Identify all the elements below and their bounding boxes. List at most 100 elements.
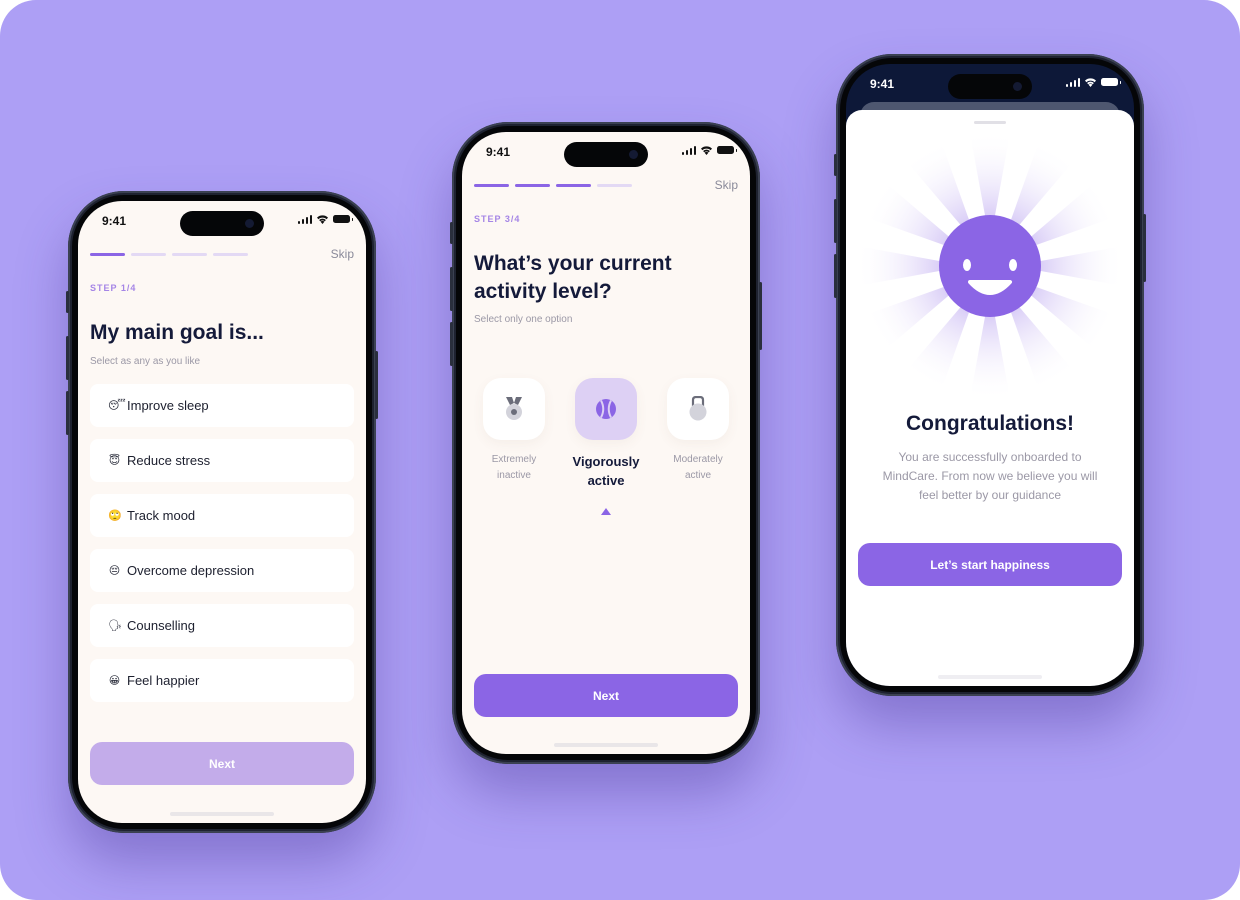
activity-label: Extremely inactive: [473, 452, 555, 484]
option-counselling[interactable]: 🗣 Counselling: [90, 604, 354, 647]
wifi-icon: [701, 146, 712, 155]
option-label: Counselling: [127, 618, 195, 633]
side-button: [66, 291, 69, 313]
sun-rays-illustration: [856, 132, 1124, 398]
tennis-ball-icon: [596, 399, 616, 419]
wifi-icon: [317, 215, 328, 224]
phone-congratulations: 9:41 Congratulations! You are successful…: [834, 54, 1146, 696]
volume-up-button: [66, 336, 69, 380]
progress-segment-1: [474, 184, 509, 187]
skip-button[interactable]: Skip: [715, 178, 738, 192]
status-time: 9:41: [102, 214, 127, 228]
halo-face-icon: 😇: [108, 455, 121, 467]
activity-label: Moderately active: [657, 452, 739, 484]
start-happiness-button[interactable]: Let’s start happiness: [858, 543, 1122, 586]
option-label: Feel happier: [127, 673, 200, 688]
selection-caret-icon: [601, 508, 611, 515]
cellular-signal-icon: [681, 145, 696, 155]
sleeping-face-icon: 😴: [108, 400, 126, 412]
activity-option-moderately-active[interactable]: Moderately active: [667, 378, 729, 484]
battery-icon: [333, 215, 353, 223]
dynamic-island: [564, 142, 648, 167]
progress-segment-4: [213, 253, 248, 256]
option-label: Track mood: [127, 508, 196, 523]
status-icons: [297, 214, 353, 224]
option-overcome-depression[interactable]: 😔 Overcome depression: [90, 549, 354, 592]
option-label: Reduce stress: [127, 453, 211, 468]
congratulations-title: Congratulations!: [906, 412, 1074, 435]
progress-segment-4: [597, 184, 632, 187]
skip-button[interactable]: Skip: [331, 247, 354, 261]
dynamic-island: [180, 211, 264, 236]
status-icons: [1065, 77, 1121, 87]
option-label: Overcome depression: [127, 563, 255, 578]
activity-label-line-1: Moderately: [673, 454, 723, 465]
next-button[interactable]: Next: [474, 674, 738, 717]
power-button: [375, 351, 378, 419]
pensive-face-icon: 😔: [108, 565, 121, 577]
speaking-head-icon: 🗣: [108, 620, 122, 632]
status-time: 9:41: [870, 77, 895, 91]
side-button: [834, 154, 837, 176]
step-progress: [90, 253, 248, 256]
showcase-background: 9:41 Skip STEP 1/4 My main goal is... Se…: [0, 0, 1240, 900]
status-icons: [681, 145, 737, 155]
option-label: Improve sleep: [127, 398, 209, 413]
eye-roll-face-icon: 🙄: [108, 510, 122, 522]
smiley-face-icon: [939, 215, 1041, 317]
volume-up-button: [450, 267, 453, 311]
home-indicator: [938, 675, 1042, 679]
activity-label-line-2: inactive: [497, 470, 531, 481]
screen: 9:41 Skip STEP 3/4 What’s your current a…: [462, 132, 750, 754]
title-line-2: activity level?: [474, 280, 612, 303]
activity-label-line-2: active: [587, 473, 625, 488]
sun-ray: [970, 305, 1010, 398]
activity-option-extremely-inactive[interactable]: Extremely inactive: [483, 378, 545, 484]
option-track-mood[interactable]: 🙄 Track mood: [90, 494, 354, 537]
next-button-disabled[interactable]: Next: [90, 742, 354, 785]
progress-segment-2: [515, 184, 550, 187]
option-reduce-stress[interactable]: 😇 Reduce stress: [90, 439, 354, 482]
smiley-right-eye: [1009, 259, 1017, 271]
progress-segment-3: [556, 184, 591, 187]
activity-label-line-1: Extremely: [491, 454, 537, 465]
progress-segment-3: [172, 253, 207, 256]
screen: 9:41 Skip STEP 1/4 My main goal is... Se…: [78, 201, 366, 823]
activity-label-line-2: active: [684, 470, 712, 481]
activity-option-vigorously-active[interactable]: Vigorously active: [573, 378, 639, 490]
dynamic-island: [948, 74, 1032, 99]
activity-label-line-1: Vigorously: [572, 454, 640, 469]
activity-tile[interactable]: [483, 378, 545, 440]
option-improve-sleep[interactable]: 😴 Improve sleep: [90, 384, 354, 427]
cellular-signal-icon: [297, 214, 312, 224]
smiley-left-eye: [963, 259, 971, 271]
sun-ray: [969, 132, 1011, 227]
activity-tile[interactable]: [667, 378, 729, 440]
power-button: [759, 282, 762, 350]
camera-icon: [245, 219, 254, 228]
home-indicator: [554, 743, 658, 747]
sheet-grabber[interactable]: [974, 121, 1006, 124]
progress-segment-1: [90, 253, 125, 256]
page-title: My main goal is...: [90, 321, 264, 344]
volume-down-button: [66, 391, 69, 435]
volume-down-button: [834, 254, 837, 298]
activity-tile-selected[interactable]: [575, 378, 637, 440]
kettlebell-icon: [689, 396, 707, 421]
page-subtitle: Select as any as you like: [90, 356, 201, 367]
message-line-2: MindCare. From now we believe you will: [882, 469, 1098, 483]
sun-ray: [856, 245, 951, 287]
message-line-1: You are successfully onboarded to: [898, 450, 1082, 464]
side-button: [450, 222, 453, 244]
phone-step-3: 9:41 Skip STEP 3/4 What’s your current a…: [450, 122, 762, 764]
step-progress: [474, 184, 632, 187]
option-feel-happier[interactable]: 😀 Feel happier: [90, 659, 354, 702]
page-title: What’s your current activity level?: [474, 250, 672, 306]
activity-label-selected: Vigorously active: [565, 452, 647, 490]
sun-ray: [1029, 245, 1124, 287]
home-indicator: [170, 812, 274, 816]
screen: 9:41 Congratulations! You are successful…: [846, 64, 1134, 686]
cellular-signal-icon: [1065, 77, 1080, 87]
volume-down-button: [450, 322, 453, 366]
phone-step-1: 9:41 Skip STEP 1/4 My main goal is... Se…: [66, 191, 378, 833]
